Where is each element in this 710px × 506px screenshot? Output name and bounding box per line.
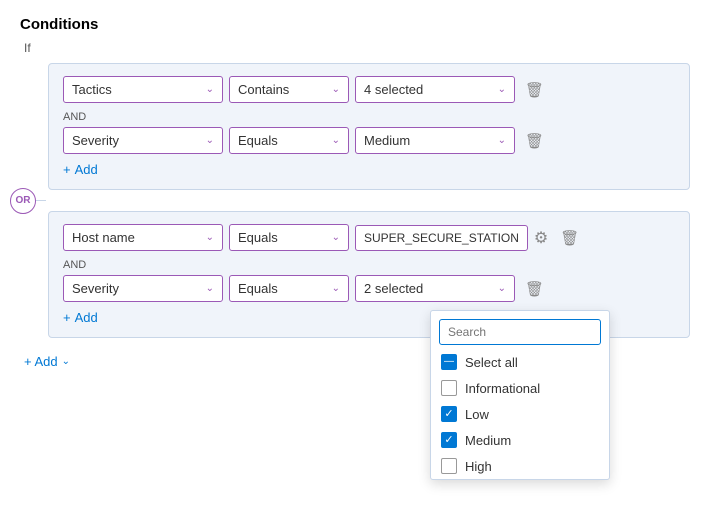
condition-row-2-2: Severity ⌄ Equals ⌄ 2 selected ⌄ 🗑 xyxy=(63,275,675,302)
field-select-severity-2[interactable]: Severity ⌄ xyxy=(63,275,223,302)
chevron-down-icon: ⌄ xyxy=(332,232,340,243)
dropdown-item-high[interactable]: High xyxy=(431,453,609,479)
field-select-severity-1[interactable]: Severity ⌄ xyxy=(63,127,223,154)
checkbox-low[interactable] xyxy=(441,406,457,422)
chevron-down-icon: ⌄ xyxy=(498,84,506,95)
root-add-button[interactable]: + Add ⌄ xyxy=(24,354,70,369)
operator-select-contains[interactable]: Contains ⌄ xyxy=(229,76,349,103)
or-connector: OR xyxy=(26,200,690,201)
dropdown-item-selectall[interactable]: Select all xyxy=(431,349,609,375)
checkbox-selectall[interactable] xyxy=(441,354,457,370)
delete-row-2-2-button[interactable]: 🗑 xyxy=(521,278,548,300)
checkbox-informational[interactable] xyxy=(441,380,457,396)
condition-row-1-1: Tactics ⌄ Contains ⌄ 4 selected ⌄ 🗑 xyxy=(63,76,675,103)
if-label: If xyxy=(24,41,690,55)
severity-dropdown: Select all Informational Low Medium High xyxy=(430,310,610,480)
delete-row-2-1-button[interactable]: 🗑 xyxy=(556,227,583,249)
dropdown-search-input[interactable] xyxy=(439,319,601,345)
chevron-down-icon: ⌄ xyxy=(332,283,340,294)
condition-row-1-2: Severity ⌄ Equals ⌄ Medium ⌄ 🗑 xyxy=(63,127,675,154)
dropdown-item-low[interactable]: Low xyxy=(431,401,609,427)
add-condition-1-button[interactable]: + Add xyxy=(63,162,98,177)
chevron-down-icon: ⌄ xyxy=(206,135,214,146)
value-display-hostname[interactable]: SUPER_SECURE_STATION xyxy=(355,225,528,251)
field-select-hostname[interactable]: Host name ⌄ xyxy=(63,224,223,251)
page-title: Conditions xyxy=(20,16,690,33)
operator-select-equals-2[interactable]: Equals ⌄ xyxy=(229,224,349,251)
dropdown-item-informational[interactable]: Informational xyxy=(431,375,609,401)
value-select-4selected[interactable]: 4 selected ⌄ xyxy=(355,76,515,103)
chevron-down-icon: ⌄ xyxy=(332,135,340,146)
checkbox-medium[interactable] xyxy=(441,432,457,448)
value-select-medium[interactable]: Medium ⌄ xyxy=(355,127,515,154)
chevron-down-icon: ⌄ xyxy=(498,135,506,146)
and-label-2: AND xyxy=(63,259,675,271)
delete-row-1-1-button[interactable]: 🗑 xyxy=(521,79,548,101)
chevron-down-icon: ⌄ xyxy=(498,283,506,294)
condition-block-1: Tactics ⌄ Contains ⌄ 4 selected ⌄ 🗑 AND … xyxy=(48,63,690,190)
caret-down-icon: ⌄ xyxy=(62,356,70,367)
value-select-2selected[interactable]: 2 selected ⌄ xyxy=(355,275,515,302)
config-icon[interactable]: ⚙ xyxy=(534,228,548,248)
field-select-tactics[interactable]: Tactics ⌄ xyxy=(63,76,223,103)
conditions-page: Conditions If Tactics ⌄ Contains ⌄ 4 sel… xyxy=(0,0,710,385)
and-label-1: AND xyxy=(63,111,675,123)
chevron-down-icon: ⌄ xyxy=(206,283,214,294)
chevron-down-icon: ⌄ xyxy=(206,232,214,243)
chevron-down-icon: ⌄ xyxy=(332,84,340,95)
add-condition-2-button[interactable]: + Add xyxy=(63,310,98,325)
condition-row-2-1: Host name ⌄ Equals ⌄ SUPER_SECURE_STATIO… xyxy=(63,224,675,251)
checkbox-high[interactable] xyxy=(441,458,457,474)
chevron-down-icon: ⌄ xyxy=(206,84,214,95)
or-badge: OR xyxy=(10,188,36,214)
operator-select-equals-3[interactable]: Equals ⌄ xyxy=(229,275,349,302)
operator-select-equals-1[interactable]: Equals ⌄ xyxy=(229,127,349,154)
dropdown-item-medium[interactable]: Medium xyxy=(431,427,609,453)
delete-row-1-2-button[interactable]: 🗑 xyxy=(521,130,548,152)
